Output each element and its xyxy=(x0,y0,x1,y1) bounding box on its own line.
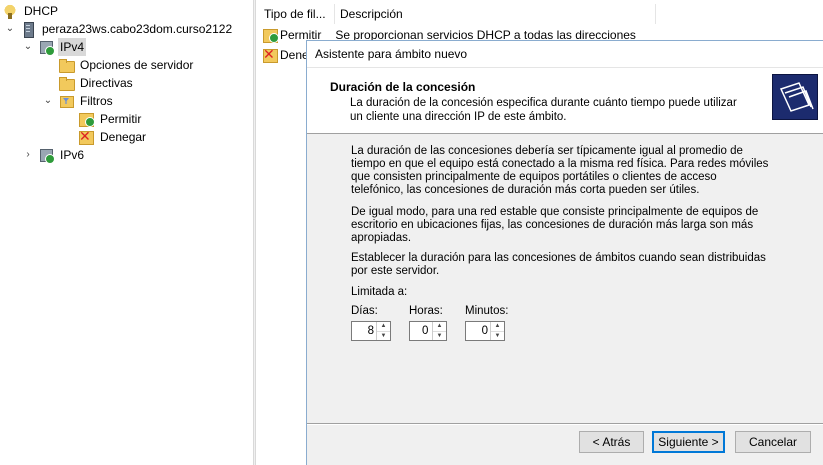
spin-up-icon[interactable]: ▲ xyxy=(491,322,504,331)
hours-label: Horas: xyxy=(409,305,443,317)
tree-node-label: IPv6 xyxy=(60,148,85,162)
chevron-down-icon[interactable]: ⌄ xyxy=(42,92,54,110)
wizard-header: Duración de la concesión La duración de … xyxy=(307,68,823,134)
lease-instruction: Establecer la duración para las concesio… xyxy=(351,252,766,277)
cancel-button[interactable]: Cancelar xyxy=(735,431,811,453)
lease-explanation-2: De igual modo, para una red estable que … xyxy=(351,206,759,244)
hours-spinner-arrows[interactable]: ▲ ▼ xyxy=(432,322,446,340)
days-spinner-arrows[interactable]: ▲ ▼ xyxy=(376,322,390,340)
spin-down-icon[interactable]: ▼ xyxy=(491,331,504,341)
tree-node-allow[interactable]: Permitir xyxy=(78,110,143,128)
ipv6-icon xyxy=(38,147,55,164)
list-item-type: Dene xyxy=(280,48,309,62)
minutes-spinner[interactable]: 0 ▲ ▼ xyxy=(465,321,505,341)
list-item[interactable]: Dene xyxy=(262,46,309,64)
minutes-value[interactable]: 0 xyxy=(466,322,490,340)
tree-node-server-options[interactable]: Opciones de servidor xyxy=(58,56,195,74)
wizard-header-title: Duración de la concesión xyxy=(330,80,476,94)
tree-node-ipv6[interactable]: › IPv6 xyxy=(22,146,86,164)
allow-filter-icon xyxy=(262,27,279,43)
limited-to-label: Limitada a: xyxy=(351,286,408,298)
wizard-folders-icon xyxy=(772,74,818,120)
column-header-type[interactable]: Tipo de fil... xyxy=(258,4,335,24)
console-tree: DHCP ⌄ peraza23ws.cabo23dom.curso2122 ⌄ … xyxy=(0,0,253,465)
tree-node-label: Opciones de servidor xyxy=(80,58,194,72)
tree-node-dhcp[interactable]: DHCP xyxy=(2,2,60,20)
deny-filter-icon xyxy=(78,128,94,145)
column-header-description[interactable]: Descripción xyxy=(334,4,656,24)
days-label: Días: xyxy=(351,305,378,317)
tree-node-label: Filtros xyxy=(80,94,113,108)
tree-node-label: Permitir xyxy=(100,112,142,126)
tree-node-label: DHCP xyxy=(24,4,59,18)
tree-node-ipv4[interactable]: ⌄ IPv4 xyxy=(22,38,87,56)
minutes-label: Minutos: xyxy=(465,305,509,317)
spin-up-icon[interactable]: ▲ xyxy=(433,322,446,331)
spin-up-icon[interactable]: ▲ xyxy=(377,322,390,331)
filter-icon xyxy=(58,93,74,109)
tree-node-policies[interactable]: Directivas xyxy=(58,74,135,92)
tree-node-label: Denegar xyxy=(100,130,147,144)
wizard-body: La duración de las concesiones debería s… xyxy=(307,135,823,425)
lease-explanation-1: La duración de las concesiones debería s… xyxy=(351,145,769,196)
tree-node-label: peraza23ws.cabo23dom.curso2122 xyxy=(42,22,233,36)
spin-down-icon[interactable]: ▼ xyxy=(433,331,446,341)
tree-node-server[interactable]: ⌄ peraza23ws.cabo23dom.curso2122 xyxy=(4,20,234,38)
tree-node-label: Directivas xyxy=(80,76,133,90)
spin-down-icon[interactable]: ▼ xyxy=(377,331,390,341)
folder-icon xyxy=(58,57,75,73)
days-spinner[interactable]: 8 ▲ ▼ xyxy=(351,321,391,341)
new-scope-wizard: Asistente para ámbito nuevo Duración de … xyxy=(306,40,823,465)
folder-icon xyxy=(58,75,75,91)
chevron-right-icon[interactable]: › xyxy=(22,146,34,164)
days-value[interactable]: 8 xyxy=(352,322,376,340)
next-button[interactable]: Siguiente > xyxy=(652,431,725,453)
ipv4-icon xyxy=(38,39,55,56)
deny-filter-icon xyxy=(262,46,278,63)
tree-node-filters[interactable]: ⌄ Filtros xyxy=(42,92,115,110)
minutes-spinner-arrows[interactable]: ▲ ▼ xyxy=(490,322,504,340)
back-button[interactable]: < Atrás xyxy=(579,431,644,453)
wizard-title-bar[interactable]: Asistente para ámbito nuevo xyxy=(307,41,823,68)
wizard-button-separator xyxy=(307,423,823,425)
wizard-header-description: La duración de la concesión especifica d… xyxy=(350,97,737,123)
server-icon xyxy=(20,21,36,38)
hours-spinner[interactable]: 0 ▲ ▼ xyxy=(409,321,447,341)
chevron-down-icon[interactable]: ⌄ xyxy=(22,38,34,56)
tree-node-label: IPv4 xyxy=(58,38,87,56)
dhcp-icon xyxy=(2,3,18,19)
tree-node-deny[interactable]: Denegar xyxy=(78,128,148,146)
allow-filter-icon xyxy=(78,111,95,127)
chevron-down-icon[interactable]: ⌄ xyxy=(4,20,16,38)
hours-value[interactable]: 0 xyxy=(410,322,432,340)
